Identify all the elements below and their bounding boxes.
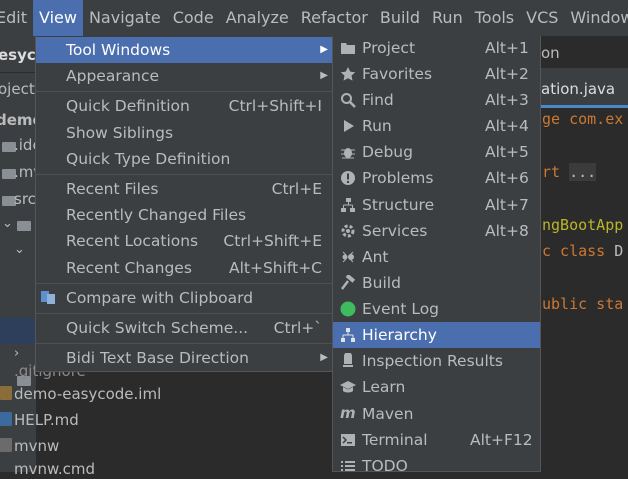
menu-code[interactable]: Code <box>167 0 220 36</box>
menu-tools[interactable]: Tools <box>469 0 520 36</box>
file-icon <box>0 386 12 400</box>
inspection-icon <box>343 353 353 367</box>
menu-window[interactable]: Window <box>564 0 628 36</box>
chevron-down-icon[interactable]: ⌄ <box>14 242 25 257</box>
code-line: c class D <box>542 242 624 260</box>
menu-item-recent-changes[interactable]: Recent Changes Alt+Shift+C <box>36 255 334 281</box>
tool-item-hierarchy[interactable]: Hierarchy <box>333 322 540 348</box>
tool-item-terminal[interactable]: Terminal Alt+F12 <box>333 427 540 453</box>
menu-item-bidi-text[interactable]: Bidi Text Base Direction ▶ <box>36 345 334 371</box>
code-line: rt ... <box>542 163 597 181</box>
tool-item-project[interactable]: Project Alt+1 <box>333 35 540 61</box>
warning-icon <box>341 171 355 185</box>
menu-item-quick-definition[interactable]: Quick Definition Ctrl+Shift+I <box>36 93 334 119</box>
menu-item-recently-changed-files[interactable]: Recently Changed Files <box>36 202 334 228</box>
tool-item-event-log[interactable]: Event Log <box>333 296 540 322</box>
menu-item-appearance[interactable]: Appearance ▶ <box>36 63 334 89</box>
tree-item-mvn[interactable]: .mv <box>14 163 36 181</box>
submenu-arrow-icon: ▶ <box>320 352 328 363</box>
tool-windows-menu: Project Alt+1 Favorites Alt+2 Find Alt+3 Ru… <box>332 33 541 475</box>
project-name: esyco <box>0 46 36 64</box>
tool-item-ant[interactable]: Ant <box>333 244 540 270</box>
tool-item-inspection-results[interactable]: Inspection Results <box>333 348 540 374</box>
markdown-file-icon <box>0 412 12 426</box>
file-mvnw[interactable]: mvnw <box>14 437 59 455</box>
project-panel: esyco oject demo .ide .mv src ⌄ ⌄ › <box>0 36 36 472</box>
demo-folder[interactable]: demo <box>0 111 36 129</box>
folder-icon <box>17 221 31 231</box>
menu-item-recent-locations[interactable]: Recent Locations Ctrl+Shift+E <box>36 228 334 254</box>
compare-icon <box>41 291 55 304</box>
tool-item-learn[interactable]: Learn <box>333 374 540 400</box>
menu-refactor[interactable]: Refactor <box>295 0 374 36</box>
menu-vcs[interactable]: VCS <box>520 0 564 36</box>
tool-item-todo[interactable]: TODO <box>333 453 540 479</box>
submenu-arrow-icon: ▶ <box>320 70 328 81</box>
selected-tree-row[interactable] <box>0 318 36 344</box>
menu-item-show-siblings[interactable]: Show Siblings <box>36 120 334 146</box>
hammer-icon <box>341 275 356 290</box>
menu-item-quick-type-definition[interactable]: Quick Type Definition <box>36 146 334 172</box>
tool-item-structure[interactable]: Structure Alt+7 <box>333 192 540 218</box>
submenu-arrow-icon: ▶ <box>320 44 328 55</box>
bug-icon <box>341 148 355 159</box>
code-line: ublic sta <box>542 295 624 313</box>
event-log-icon <box>340 301 356 317</box>
menu-navigate[interactable]: Navigate <box>83 0 167 36</box>
tool-item-favorites[interactable]: Favorites Alt+2 <box>333 61 540 87</box>
menu-edit[interactable]: Edit <box>0 0 33 36</box>
search-icon <box>341 93 356 108</box>
menu-item-tool-windows[interactable]: Tool Windows ▶ <box>36 37 334 63</box>
file-iml[interactable]: demo-easycode.iml <box>14 385 161 403</box>
hierarchy-icon <box>341 328 355 342</box>
view-menu: Tool Windows ▶ Appearance ▶ Quick Defini… <box>35 33 335 372</box>
file-mvnw-cmd[interactable]: mvnw.cmd <box>14 460 95 478</box>
tree-item-idea[interactable]: .ide <box>14 136 36 154</box>
menu-run[interactable]: Run <box>426 0 469 36</box>
maven-icon: m <box>340 404 356 422</box>
chevron-down-icon[interactable]: ⌄ <box>2 216 13 231</box>
learn-icon <box>340 381 356 393</box>
tool-item-services[interactable]: Services Alt+8 <box>333 218 540 244</box>
file-help-md[interactable]: HELP.md <box>14 411 79 429</box>
menu-bar-main: Edit View Navigate Code Analyze Refactor… <box>0 0 628 36</box>
ant-icon <box>342 251 354 263</box>
services-icon <box>341 224 355 238</box>
menu-item-compare-clipboard[interactable]: Compare with Clipboard <box>36 285 334 311</box>
project-tab[interactable]: oject <box>0 80 35 98</box>
structure-icon <box>341 198 355 212</box>
terminal-icon <box>341 434 355 446</box>
editor-tab-active[interactable]: ation.java <box>541 80 615 98</box>
menu-item-quick-switch-scheme[interactable]: Quick Switch Scheme... Ctrl+` <box>36 315 334 341</box>
editor-tab[interactable]: on <box>541 44 560 62</box>
file-icon <box>0 438 12 452</box>
menu-item-recent-files[interactable]: Recent Files Ctrl+E <box>36 176 334 202</box>
star-icon <box>340 67 356 81</box>
code-line: ngBootApp <box>542 216 624 234</box>
tool-item-find[interactable]: Find Alt+3 <box>333 87 540 113</box>
code-line: ge com.ex <box>542 110 624 128</box>
play-icon <box>344 120 354 132</box>
tool-item-problems[interactable]: Problems Alt+6 <box>333 165 540 191</box>
menu-analyze[interactable]: Analyze <box>220 0 295 36</box>
tool-item-build[interactable]: Build <box>333 270 540 296</box>
tool-item-debug[interactable]: Debug Alt+5 <box>333 139 540 165</box>
tree-item-src[interactable]: src <box>14 190 36 208</box>
tool-item-run[interactable]: Run Alt+4 <box>333 113 540 139</box>
chevron-right-icon[interactable]: › <box>14 346 19 361</box>
tool-item-maven[interactable]: m Maven <box>333 401 540 427</box>
menu-build[interactable]: Build <box>374 0 426 36</box>
folder-icon <box>341 43 355 54</box>
menu-view[interactable]: View <box>32 0 83 36</box>
